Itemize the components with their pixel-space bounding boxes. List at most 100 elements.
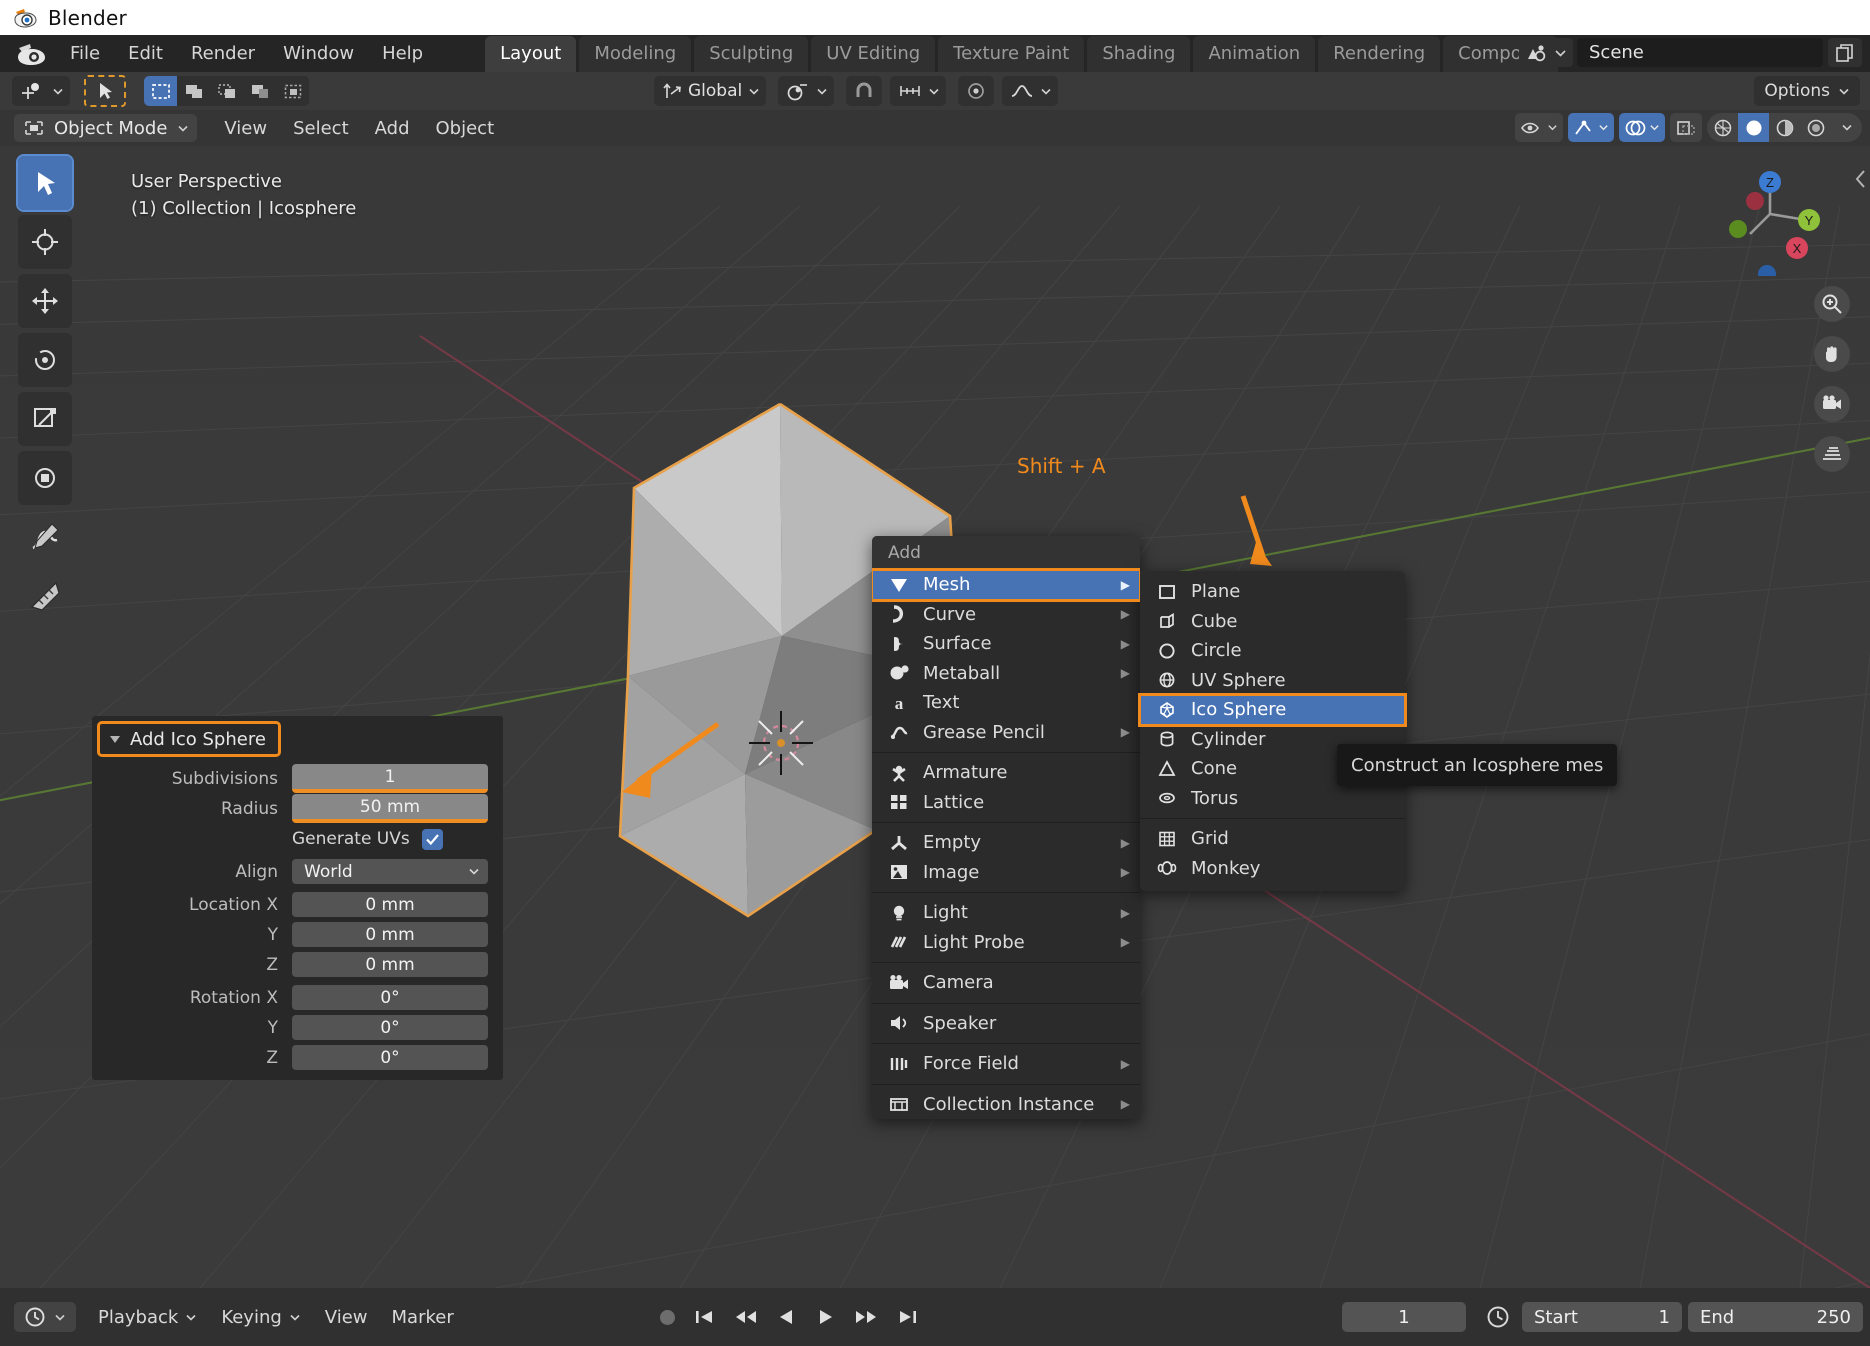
field-location-z[interactable]: Z 0 mm <box>92 950 503 979</box>
tab-animation[interactable]: Animation <box>1193 36 1316 72</box>
add-menu-item-force-field[interactable]: Force Field ▶ <box>872 1049 1140 1079</box>
add-menu-item-lattice[interactable]: Lattice <box>872 788 1140 818</box>
play-reverse-icon[interactable] <box>777 1307 797 1327</box>
orthographic-toggle-icon[interactable] <box>1814 436 1850 472</box>
camera-view-icon[interactable] <box>1814 386 1850 422</box>
add-menu-item-metaball[interactable]: Metaball ▶ <box>872 659 1140 689</box>
mesh-item-grid[interactable]: Grid <box>1140 824 1405 854</box>
field-value[interactable]: 0 mm <box>292 892 488 917</box>
eye-icon[interactable] <box>1515 113 1563 142</box>
field-value[interactable]: 0° <box>292 1015 488 1040</box>
tab-texture-paint[interactable]: Texture Paint <box>938 36 1085 72</box>
menu-edit[interactable]: Edit <box>114 39 177 68</box>
field-generate-uvs[interactable]: Generate UVs <box>92 824 503 854</box>
viewport-menu-view[interactable]: View <box>211 115 280 142</box>
overlays-icon[interactable] <box>1619 113 1665 142</box>
timeline-menu-view[interactable]: View <box>313 1307 380 1328</box>
menu-render[interactable]: Render <box>177 39 269 68</box>
tweak-select-tool-icon[interactable] <box>16 154 74 212</box>
tab-rendering[interactable]: Rendering <box>1318 36 1441 72</box>
select-box-cursor-icon[interactable] <box>84 75 126 107</box>
shading-solid-icon[interactable] <box>1738 113 1769 142</box>
auto-keying-icon[interactable] <box>1485 1304 1511 1330</box>
move-tool-icon[interactable] <box>18 274 72 328</box>
scene-data-icon[interactable] <box>1519 38 1573 67</box>
timeline-menu-keying[interactable]: Keying <box>209 1307 312 1328</box>
add-menu-item-light-probe[interactable]: Light Probe ▶ <box>872 928 1140 958</box>
mesh-item-monkey[interactable]: Monkey <box>1140 854 1405 884</box>
mesh-submenu-popup[interactable]: Plane Cube Circle UV Sphere Ico Sphere C… <box>1138 571 1407 891</box>
snap-to-icon[interactable] <box>890 76 947 106</box>
cursor-tool-icon[interactable] <box>18 215 72 269</box>
field-rotation-y[interactable]: Y 0° <box>92 1013 503 1042</box>
pivot-point-icon[interactable] <box>778 76 835 106</box>
field-value[interactable]: 0 mm <box>292 922 488 947</box>
timeline-menu-marker[interactable]: Marker <box>380 1307 466 1328</box>
add-menu-item-light[interactable]: Light ▶ <box>872 898 1140 928</box>
field-value[interactable]: 1 <box>292 764 488 793</box>
copy-icon[interactable] <box>1828 38 1862 67</box>
menu-file[interactable]: File <box>56 39 114 68</box>
timeline-editor-icon[interactable] <box>14 1302 76 1332</box>
shading-options-chevron-icon[interactable] <box>1831 113 1862 142</box>
align-dropdown[interactable]: World <box>292 859 488 884</box>
add-menu-item-surface[interactable]: Surface ▶ <box>872 629 1140 659</box>
scale-tool-icon[interactable] <box>18 392 72 446</box>
record-icon[interactable] <box>660 1309 675 1325</box>
field-subdivisions[interactable]: Subdivisions 1 <box>92 764 503 793</box>
navigation-gizmo[interactable]: Z Y X <box>1710 156 1830 276</box>
snap-magnet-icon[interactable] <box>846 76 883 106</box>
prev-keyframe-icon[interactable] <box>733 1307 759 1327</box>
mesh-item-ico-sphere[interactable]: Ico Sphere <box>1138 693 1407 727</box>
add-menu-item-image[interactable]: Image ▶ <box>872 858 1140 888</box>
select-invert-icon[interactable] <box>243 76 276 106</box>
measure-tool-icon[interactable] <box>18 569 72 623</box>
transform-tool-icon[interactable] <box>18 451 72 505</box>
field-rotation-x[interactable]: Rotation X 0° <box>92 983 503 1012</box>
field-value[interactable]: 50 mm <box>292 794 488 823</box>
annotate-tool-icon[interactable] <box>18 510 72 564</box>
select-new-icon[interactable] <box>144 76 177 106</box>
shading-wireframe-icon[interactable] <box>1707 113 1738 142</box>
add-menu-item-mesh[interactable]: Mesh ▶ <box>872 568 1140 602</box>
add-menu-item-grease-pencil[interactable]: Grease Pencil ▶ <box>872 718 1140 748</box>
zoom-icon[interactable] <box>1814 286 1850 322</box>
operator-panel-header[interactable]: Add Ico Sphere <box>97 721 281 757</box>
viewport-menu-select[interactable]: Select <box>280 115 362 142</box>
add-menu-item-speaker[interactable]: Speaker <box>872 1009 1140 1039</box>
field-value[interactable]: 0 mm <box>292 952 488 977</box>
frame-start-field[interactable]: Start 1 <box>1522 1302 1682 1332</box>
add-menu-item-camera[interactable]: Camera <box>872 968 1140 998</box>
field-location-y[interactable]: Y 0 mm <box>92 920 503 949</box>
tab-uv-editing[interactable]: UV Editing <box>811 36 936 72</box>
pan-hand-icon[interactable] <box>1814 336 1850 372</box>
add-menu-item-empty[interactable]: Empty ▶ <box>872 828 1140 858</box>
field-rotation-z[interactable]: Z 0° <box>92 1043 503 1072</box>
gizmo-icon[interactable] <box>1568 113 1614 142</box>
viewport-menu-add[interactable]: Add <box>362 115 423 142</box>
shading-material-icon[interactable] <box>1769 113 1800 142</box>
proportional-editing-icon[interactable] <box>958 76 995 106</box>
mesh-item-cube[interactable]: Cube <box>1140 607 1405 637</box>
frame-end-field[interactable]: End 250 <box>1688 1302 1863 1332</box>
add-menu-item-collection-instance[interactable]: Collection Instance ▶ <box>872 1090 1140 1120</box>
add-menu-item-text[interactable]: a Text <box>872 688 1140 718</box>
field-value[interactable]: 0° <box>292 985 488 1010</box>
check-icon[interactable] <box>421 828 443 850</box>
tab-layout[interactable]: Layout <box>485 36 577 72</box>
scene-name-field[interactable]: Scene <box>1577 38 1823 67</box>
jump-to-end-icon[interactable] <box>897 1307 919 1327</box>
field-align[interactable]: Align World <box>92 857 503 886</box>
select-intersect-icon[interactable] <box>276 76 309 106</box>
add-menu-item-curve[interactable]: Curve ▶ <box>872 600 1140 630</box>
mesh-item-torus[interactable]: Torus <box>1140 784 1405 814</box>
tab-shading[interactable]: Shading <box>1087 36 1191 72</box>
select-extend-icon[interactable] <box>177 76 210 106</box>
current-frame-field[interactable]: 1 <box>1342 1302 1466 1332</box>
field-value[interactable]: 0° <box>292 1045 488 1070</box>
transform-orientation-dropdown[interactable]: Global <box>654 76 767 106</box>
mesh-item-plane[interactable]: Plane <box>1140 577 1405 607</box>
next-keyframe-icon[interactable] <box>853 1307 879 1327</box>
menu-help[interactable]: Help <box>368 39 437 68</box>
viewport-options-button[interactable]: Options <box>1754 76 1860 106</box>
